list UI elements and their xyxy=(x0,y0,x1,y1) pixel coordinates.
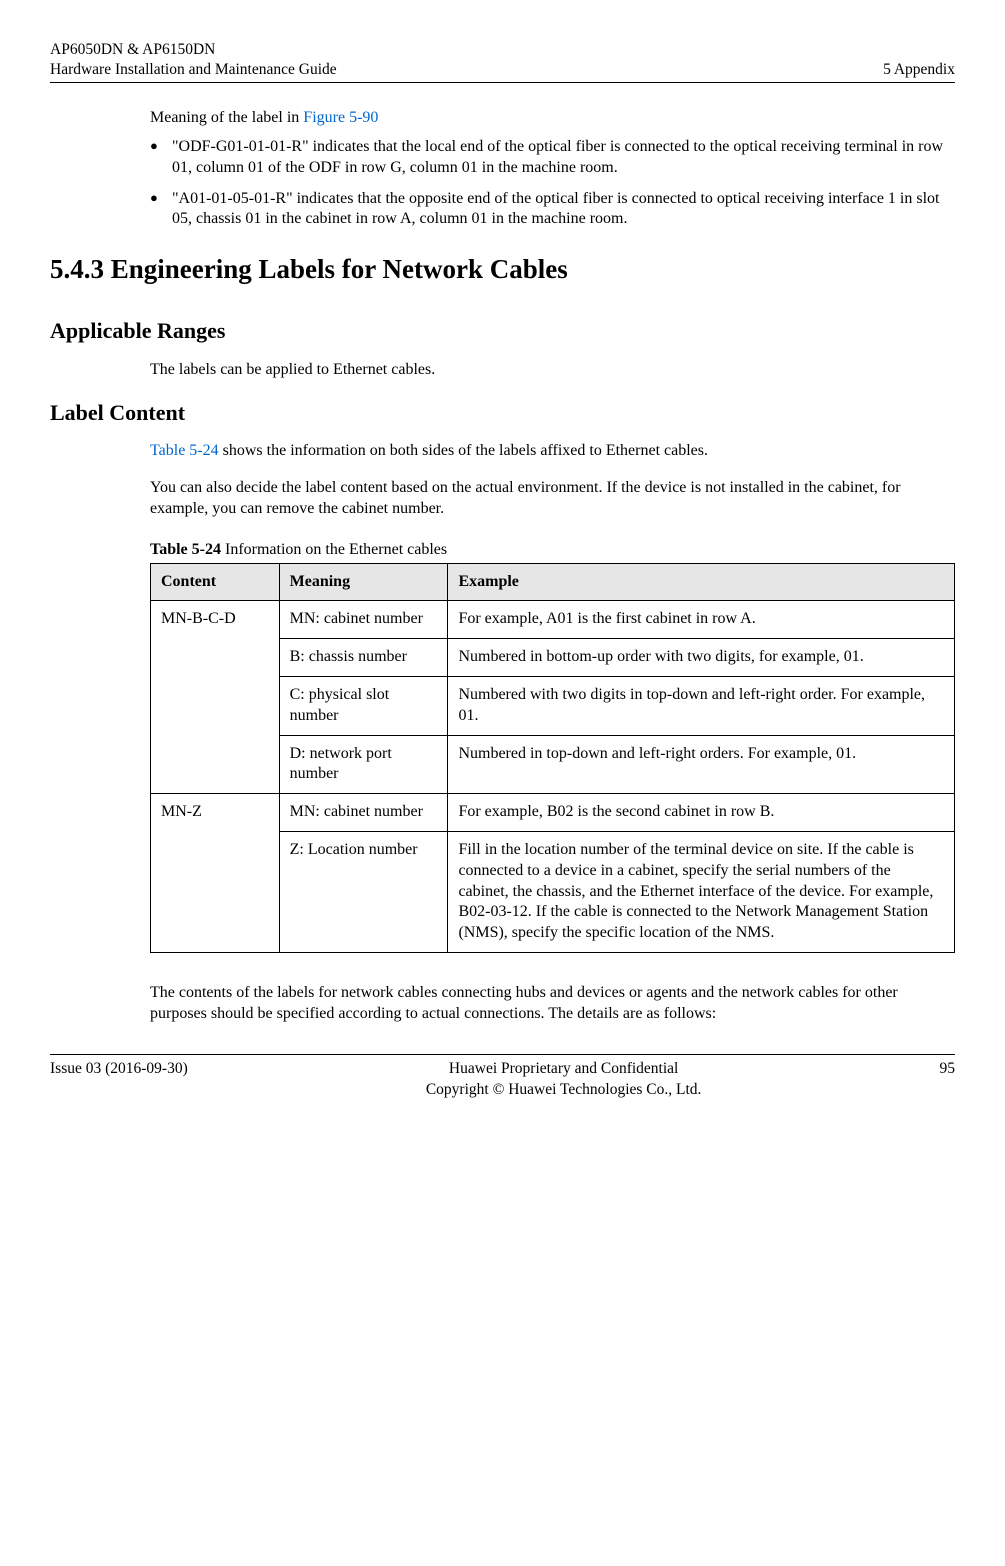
meaning-prefix: Meaning of the label in xyxy=(150,109,303,126)
footer-center2: Copyright © Huawei Technologies Co., Ltd… xyxy=(426,1080,702,1100)
footer-center: Huawei Proprietary and Confidential Copy… xyxy=(426,1059,702,1099)
cell-meaning: MN: cabinet number xyxy=(279,601,448,639)
list-item: "ODF-G01-01-01-R" indicates that the loc… xyxy=(172,137,955,179)
th-meaning: Meaning xyxy=(279,563,448,601)
th-example: Example xyxy=(448,563,955,601)
table-link[interactable]: Table 5-24 xyxy=(150,442,219,459)
footer-center1: Huawei Proprietary and Confidential xyxy=(426,1059,702,1079)
table-caption-bold: Table 5-24 xyxy=(150,541,221,558)
applicable-heading: Applicable Ranges xyxy=(50,317,955,346)
page-header: AP6050DN & AP6150DN Hardware Installatio… xyxy=(50,40,955,83)
cell-content: MN-B-C-D xyxy=(151,601,280,794)
cell-meaning: D: network port number xyxy=(279,735,448,794)
table-row: MN-Z MN: cabinet number For example, B02… xyxy=(151,794,955,832)
header-right: 5 Appendix xyxy=(883,60,955,80)
table-header-row: Content Meaning Example xyxy=(151,563,955,601)
page-footer: Issue 03 (2016-09-30) Huawei Proprietary… xyxy=(50,1054,955,1099)
meaning-bullets: "ODF-G01-01-01-R" indicates that the loc… xyxy=(150,137,955,230)
doc-model: AP6050DN & AP6150DN xyxy=(50,40,337,60)
table-row: MN-B-C-D MN: cabinet number For example,… xyxy=(151,601,955,639)
label-content-para2: You can also decide the label content ba… xyxy=(150,478,955,520)
footer-right: 95 xyxy=(940,1059,956,1099)
cell-meaning: B: chassis number xyxy=(279,639,448,677)
closing-para: The contents of the labels for network c… xyxy=(150,983,955,1025)
section-heading: 5.4.3 Engineering Labels for Network Cab… xyxy=(50,252,955,287)
cell-meaning: C: physical slot number xyxy=(279,676,448,735)
meaning-line: Meaning of the label in Figure 5-90 xyxy=(150,108,955,129)
cell-example: Numbered in bottom-up order with two dig… xyxy=(448,639,955,677)
header-left: AP6050DN & AP6150DN Hardware Installatio… xyxy=(50,40,337,80)
label-content-para1: Table 5-24 shows the information on both… xyxy=(150,441,955,462)
th-content: Content xyxy=(151,563,280,601)
para1-post: shows the information on both sides of t… xyxy=(219,442,708,459)
cell-meaning: Z: Location number xyxy=(279,831,448,952)
table-caption: Table 5-24 Information on the Ethernet c… xyxy=(150,540,955,561)
figure-link[interactable]: Figure 5-90 xyxy=(303,109,378,126)
doc-title: Hardware Installation and Maintenance Gu… xyxy=(50,60,337,80)
cell-example: Numbered in top-down and left-right orde… xyxy=(448,735,955,794)
cell-example: For example, B02 is the second cabinet i… xyxy=(448,794,955,832)
cell-example: Fill in the location number of the termi… xyxy=(448,831,955,952)
cell-example: For example, A01 is the first cabinet in… xyxy=(448,601,955,639)
ethernet-table: Content Meaning Example MN-B-C-D MN: cab… xyxy=(150,563,955,953)
list-item: "A01-01-05-01-R" indicates that the oppo… xyxy=(172,189,955,231)
cell-example: Numbered with two digits in top-down and… xyxy=(448,676,955,735)
cell-content: MN-Z xyxy=(151,794,280,953)
cell-meaning: MN: cabinet number xyxy=(279,794,448,832)
footer-left: Issue 03 (2016-09-30) xyxy=(50,1059,188,1099)
label-content-heading: Label Content xyxy=(50,399,955,428)
table-caption-rest: Information on the Ethernet cables xyxy=(221,541,447,558)
applicable-text: The labels can be applied to Ethernet ca… xyxy=(150,360,955,381)
